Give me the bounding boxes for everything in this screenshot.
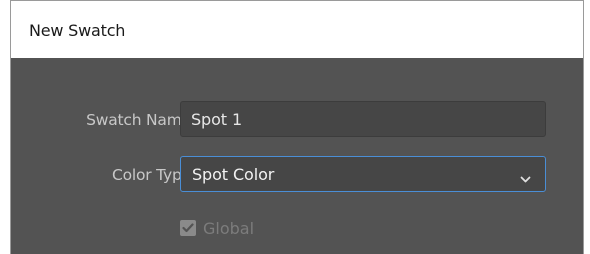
- dialog-title: New Swatch: [29, 21, 126, 40]
- global-checkbox[interactable]: [180, 220, 196, 236]
- chevron-down-icon: [520, 169, 531, 183]
- swatch-name-input[interactable]: Spot 1: [180, 101, 546, 137]
- checkmark-icon: [182, 223, 194, 233]
- color-type-value: Spot Color: [192, 165, 275, 184]
- color-type-dropdown[interactable]: Spot Color: [180, 156, 546, 192]
- title-bar[interactable]: New Swatch: [11, 0, 583, 58]
- global-label: Global: [203, 219, 255, 238]
